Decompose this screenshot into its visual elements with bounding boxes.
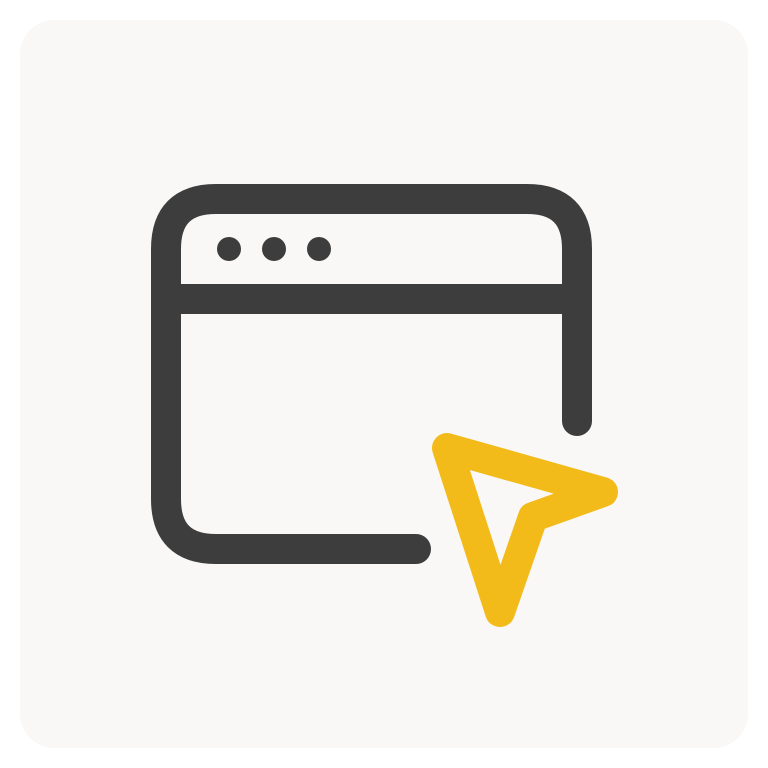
window-dots-icon: [217, 237, 331, 261]
window-dot-1: [217, 237, 241, 261]
window-dot-2: [262, 237, 286, 261]
window-dot-3: [307, 237, 331, 261]
cursor-arrow-icon: [432, 433, 618, 627]
browser-window-cursor-icon: [151, 184, 618, 627]
